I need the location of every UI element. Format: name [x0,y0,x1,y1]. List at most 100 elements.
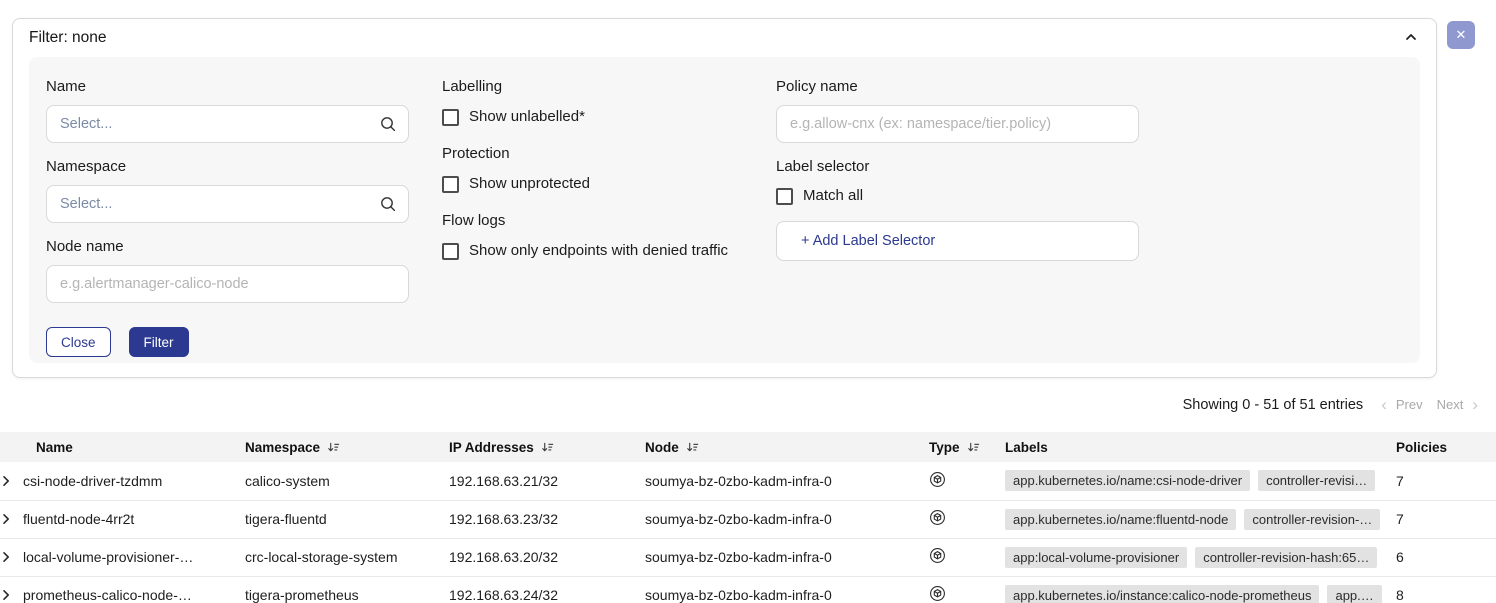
workload-endpoint-icon [929,551,946,567]
next-page-link[interactable]: Next [1437,397,1464,412]
endpoint-policies-count: 7 [1396,500,1496,538]
table-row[interactable]: csi-node-driver-tzdmm calico-system 192.… [0,462,1496,500]
name-field-label: Name [46,77,409,97]
sort-icon[interactable] [327,441,340,454]
label-chip: app.kubernetes.io/instance:calico-node-p… [1005,585,1319,603]
column-label: IP Addresses [449,440,534,455]
endpoint-name: local-volume-provisioner-… [23,549,193,565]
endpoint-name: fluentd-node-4rr2t [23,511,134,527]
endpoint-node: soumya-bz-0zbo-kadm-infra-0 [645,576,929,603]
sort-icon[interactable] [967,441,980,454]
column-label: Name [36,440,73,455]
show-unlabelled-checkbox-row[interactable]: Show unlabelled* [442,107,772,127]
filter-panel-header: Filter: none [13,19,1436,57]
denied-traffic-checkbox[interactable] [442,243,459,260]
name-select-input[interactable] [46,105,409,143]
collapse-filter-button[interactable] [1404,30,1418,47]
denied-traffic-label: Show only endpoints with denied traffic [469,241,728,261]
label-chip: controller-revisi… [1258,470,1375,491]
prev-page-link[interactable]: Prev [1396,397,1423,412]
endpoint-labels: app.kubernetes.io/name:csi-node-driverco… [1005,470,1396,491]
close-button[interactable]: Close [46,327,111,357]
match-all-label: Match all [803,186,863,206]
match-all-checkbox[interactable] [776,188,793,205]
endpoint-ip: 192.168.63.20/32 [449,538,645,576]
search-icon [379,115,397,138]
filter-title: Filter: none [29,29,107,47]
close-icon: ✕ [1456,27,1467,43]
policy-name-input[interactable] [776,105,1139,143]
namespace-field-label: Namespace [46,157,409,177]
pagination: Showing 0 - 51 of 51 entries ‹ Prev Next… [1183,396,1480,413]
chevron-left-icon[interactable]: ‹ [1379,396,1389,413]
sort-icon[interactable] [541,441,554,454]
endpoint-policies-count: 6 [1396,538,1496,576]
sort-icon[interactable] [686,441,699,454]
column-header-name: Name [0,432,245,462]
namespace-select-input[interactable] [46,185,409,223]
endpoint-labels: app.kubernetes.io/instance:calico-node-p… [1005,585,1396,603]
endpoint-node: soumya-bz-0zbo-kadm-infra-0 [645,462,929,500]
column-label: Node [645,440,679,455]
endpoint-node: soumya-bz-0zbo-kadm-infra-0 [645,538,929,576]
label-chip: app:local-volume-provisioner [1005,547,1187,568]
label-chip: app.kubernetes.io/name:fluentd-node [1005,509,1236,530]
protection-heading: Protection [442,144,772,164]
endpoint-namespace: calico-system [245,462,449,500]
workload-endpoint-icon [929,589,946,603]
endpoint-namespace: tigera-fluentd [245,500,449,538]
filter-form: Name Namespace Node name [29,57,1420,363]
column-header-labels: Labels [1005,432,1396,462]
expand-row-chevron-icon[interactable] [0,589,12,601]
endpoint-ip: 192.168.63.21/32 [449,462,645,500]
column-label: Type [929,440,960,455]
table-row[interactable]: prometheus-calico-node-… tigera-promethe… [0,576,1496,603]
expand-row-chevron-icon[interactable] [0,551,12,563]
chevron-up-icon [1404,30,1418,47]
endpoint-node: soumya-bz-0zbo-kadm-infra-0 [645,500,929,538]
endpoint-labels: app.kubernetes.io/name:fluentd-node contr… [1005,509,1396,530]
endpoint-policies-count: 7 [1396,462,1496,500]
dismiss-filter-button[interactable]: ✕ [1447,21,1475,49]
table-row[interactable]: local-volume-provisioner-… crc-local-sto… [0,538,1496,576]
table-header-row: Name Namespace IP Addresses Node Type Labels P… [0,432,1496,462]
node-name-input[interactable] [46,265,409,303]
show-unprotected-checkbox-row[interactable]: Show unprotected [442,174,772,194]
column-header-policies: Policies [1396,432,1496,462]
label-selector-heading: Label selector [776,157,1139,177]
column-header-node[interactable]: Node [645,432,929,462]
search-icon [379,195,397,218]
endpoint-namespace: tigera-prometheus [245,576,449,603]
column-header-namespace[interactable]: Namespace [245,432,449,462]
policy-name-field-label: Policy name [776,77,1139,97]
column-header-type[interactable]: Type [929,432,1005,462]
endpoint-labels: app:local-volume-provisionercontroller-r… [1005,547,1396,568]
column-label: Namespace [245,440,320,455]
filter-button[interactable]: Filter [129,327,189,357]
chevron-right-icon[interactable]: › [1470,396,1480,413]
expand-row-chevron-icon[interactable] [0,513,12,525]
endpoint-ip: 192.168.63.23/32 [449,500,645,538]
flow-logs-heading: Flow logs [442,211,772,231]
endpoints-page: Filter: none Name Namespace [0,0,1496,603]
labelling-heading: Labelling [442,77,772,97]
show-unprotected-checkbox[interactable] [442,176,459,193]
table-row[interactable]: fluentd-node-4rr2t tigera-fluentd 192.16… [0,500,1496,538]
add-label-selector-button[interactable]: + Add Label Selector [776,221,1139,261]
show-unlabelled-label: Show unlabelled* [469,107,585,127]
node-name-field-label: Node name [46,237,409,257]
workload-endpoint-icon [929,475,946,491]
column-label: Policies [1396,440,1447,455]
label-chip: controller-revision-… [1244,509,1380,530]
denied-traffic-checkbox-row[interactable]: Show only endpoints with denied traffic [442,241,772,261]
show-unlabelled-checkbox[interactable] [442,109,459,126]
expand-row-chevron-icon[interactable] [0,475,12,487]
filter-panel: Filter: none Name Namespace [12,18,1437,378]
endpoints-table: Name Namespace IP Addresses Node Type Labels P… [0,432,1496,603]
show-unprotected-label: Show unprotected [469,174,590,194]
column-header-ip-addresses[interactable]: IP Addresses [449,432,645,462]
endpoint-namespace: crc-local-storage-system [245,538,449,576]
column-label: Labels [1005,440,1048,455]
endpoint-policies-count: 8 [1396,576,1496,603]
match-all-checkbox-row[interactable]: Match all [776,186,1139,206]
